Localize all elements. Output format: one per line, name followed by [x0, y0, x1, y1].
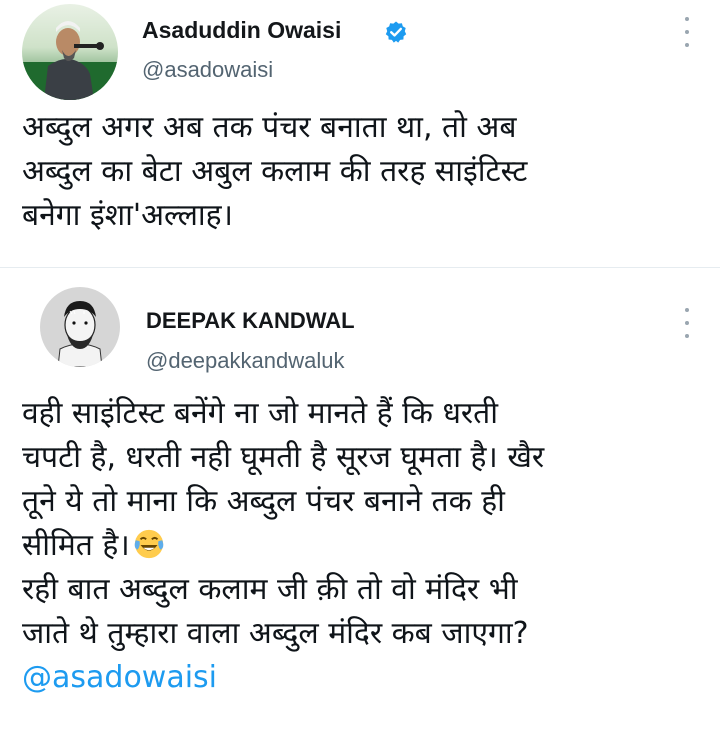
tweet-line-text: सीमित है।	[22, 528, 130, 563]
tweet-line: सीमित है।	[22, 524, 702, 568]
avatar-photo-icon	[22, 4, 118, 100]
avatar[interactable]	[40, 287, 120, 367]
author-name[interactable]: Asaduddin Owaisi	[142, 17, 341, 44]
tweet-line: बनेगा इंशा'अल्लाह।	[22, 198, 233, 233]
author-handle[interactable]: @asadowaisi	[142, 57, 273, 83]
tweet-text: अब्दुल अगर अब तक पंचर बनाता था, तो अब अब…	[22, 106, 702, 238]
mention-link[interactable]: @asadowaisi	[22, 656, 702, 700]
avatar[interactable]	[22, 4, 118, 100]
tweet-line: रही बात अब्दुल कलाम जी क़ी तो वो मंदिर भ…	[22, 572, 518, 607]
avatar-sketch-icon	[40, 287, 120, 367]
tweet-line: वही साइंटिस्ट बनेंगे ना जो मानते हैं कि …	[22, 396, 499, 431]
tweet-line: अब्दुल अगर अब तक पंचर बनाता था, तो अब	[22, 110, 517, 145]
more-options-icon[interactable]	[682, 308, 692, 338]
tweet-line: तूने ये तो माना कि अब्दुल पंचर बनाने तक …	[22, 484, 505, 519]
face-with-tears-of-joy-icon	[134, 529, 163, 559]
author-name[interactable]: DEEPAK KANDWAL	[146, 308, 355, 334]
tweet-line: चपटी है, धरती नही घूमती है सूरज घूमता है…	[22, 440, 545, 475]
tweet-line: जाते थे तुम्हारा वाला अब्दुल मंदिर कब जा…	[22, 616, 529, 651]
verified-badge-icon	[385, 21, 407, 43]
author-handle[interactable]: @deepakkandwaluk	[146, 348, 344, 374]
tweet-text: वही साइंटिस्ट बनेंगे ना जो मानते हैं कि …	[22, 392, 702, 700]
more-options-icon[interactable]	[682, 17, 692, 47]
tweet-deepak[interactable]: DEEPAK KANDWAL @deepakkandwaluk वही साइं…	[0, 268, 720, 750]
tweet-line: अब्दुल का बेटा अबुल कलाम की तरह साइंटिस्…	[22, 154, 528, 189]
tweet-owaisi[interactable]: Asaduddin Owaisi @asadowaisi अब्दुल अगर …	[0, 0, 720, 268]
